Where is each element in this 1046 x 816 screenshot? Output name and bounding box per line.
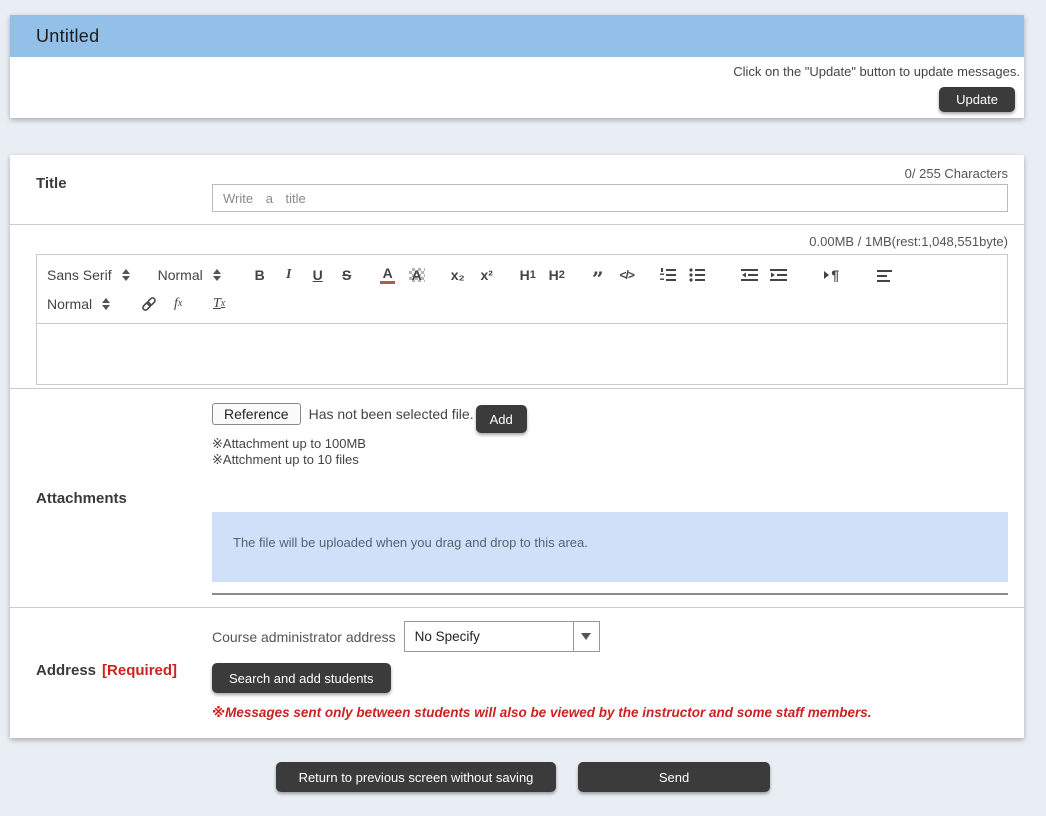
message-title: Untitled — [36, 26, 99, 47]
link-button[interactable] — [138, 292, 160, 316]
editor-toolbar: Sans Serif Normal B I U S A — [37, 255, 1007, 324]
footer-actions: Return to previous screen without saving… — [0, 762, 1046, 792]
title-input[interactable] — [212, 184, 1008, 212]
course-admin-row: Course administrator address No Specify — [212, 621, 1008, 652]
toolbar-row-1: Sans Serif Normal B I U S A — [47, 260, 997, 289]
picker-arrows-icon — [102, 298, 110, 310]
capacity-counter: 0.00MB / 1MB(rest:1,048,551byte) — [36, 225, 1008, 254]
body-editor-section: 0.00MB / 1MB(rest:1,048,551byte) Sans Se… — [10, 225, 1024, 389]
file-dropzone[interactable]: The file will be uploaded when you drag … — [212, 512, 1008, 582]
course-admin-label: Course administrator address — [212, 629, 396, 645]
compose-form-panel: Title 0/ 255 Characters 0.00MB / 1MB(res… — [10, 155, 1024, 738]
required-badge: [Required] — [102, 662, 177, 679]
search-add-students-button[interactable]: Search and add students — [212, 663, 391, 693]
title-label: Title — [36, 175, 67, 192]
address-section: Address [Required] Course administrator a… — [10, 608, 1024, 738]
heading1-button[interactable]: H1 — [517, 263, 539, 287]
course-admin-select[interactable]: No Specify — [404, 621, 600, 652]
address-label-col: Address [Required] — [10, 662, 212, 680]
align-left-icon — [876, 266, 894, 284]
no-file-text: Has not been selected file. — [309, 403, 474, 422]
toolbar-row-2: Normal fx Tx — [47, 289, 997, 318]
update-button-row: Update — [10, 79, 1024, 112]
link-icon — [140, 295, 158, 313]
title-label-col: Title — [10, 175, 212, 193]
code-block-button[interactable]: </> — [616, 263, 638, 287]
size-picker[interactable]: Normal — [47, 296, 110, 312]
formula-button[interactable]: fx — [167, 292, 189, 316]
indent-icon — [769, 266, 788, 284]
blockquote-button[interactable]: ” — [587, 263, 609, 287]
dropzone-underline — [212, 593, 1008, 595]
update-panel: Untitled Click on the "Update" button to… — [10, 15, 1024, 118]
attachment-count-note: ※Attchment up to 10 files — [212, 452, 1008, 468]
address-content: Course administrator address No Specify … — [212, 621, 1008, 721]
italic-button[interactable]: I — [278, 263, 300, 287]
bullet-list-icon — [688, 266, 706, 284]
add-attachment-button[interactable]: Add — [476, 405, 527, 433]
update-hint-text: Click on the "Update" button to update m… — [10, 57, 1024, 79]
direction-arrow-icon — [824, 271, 829, 279]
attachments-label: Attachments — [36, 490, 127, 507]
color-swatch-icon — [380, 281, 395, 284]
ordered-list-icon — [659, 266, 677, 284]
course-admin-select-value: No Specify — [405, 622, 573, 651]
clear-format-button[interactable]: Tx — [208, 292, 230, 316]
attachment-notes: ※Attachment up to 100MB ※Attchment up to… — [212, 436, 1008, 468]
indent-button[interactable] — [768, 263, 790, 287]
rich-text-editor: Sans Serif Normal B I U S A — [36, 254, 1008, 385]
address-label: Address — [36, 662, 96, 679]
attachments-section: Attachments Reference Has not been selec… — [10, 389, 1024, 608]
update-button[interactable]: Update — [939, 87, 1015, 112]
message-title-bar: Untitled — [10, 15, 1024, 57]
picker-arrows-icon — [122, 269, 130, 281]
heading-picker[interactable]: Normal — [158, 267, 221, 283]
return-without-saving-button[interactable]: Return to previous screen without saving — [276, 762, 556, 792]
bold-button[interactable]: B — [249, 263, 271, 287]
title-field-col: 0/ 255 Characters — [212, 155, 1008, 212]
font-picker[interactable]: Sans Serif — [47, 267, 130, 283]
editor-content-area[interactable] — [37, 324, 1007, 384]
text-direction-button[interactable]: ¶ — [821, 263, 843, 287]
outdent-button[interactable] — [739, 263, 761, 287]
reference-file-button[interactable]: Reference — [212, 403, 301, 425]
subscript-button[interactable]: x₂ — [447, 263, 469, 287]
bullet-list-button[interactable] — [686, 263, 708, 287]
attachment-size-note: ※Attachment up to 100MB — [212, 436, 1008, 452]
align-button[interactable] — [874, 263, 896, 287]
heading2-button[interactable]: H2 — [546, 263, 568, 287]
student-message-warning: ※Messages sent only between students wil… — [212, 705, 1008, 721]
select-arrow-cell[interactable] — [573, 622, 599, 651]
attachments-label-col: Attachments — [10, 490, 212, 508]
chevron-down-icon — [581, 633, 591, 640]
underline-button[interactable]: U — [307, 263, 329, 287]
attachments-content: Reference Has not been selected file. Ad… — [212, 403, 1008, 595]
outdent-icon — [740, 266, 759, 284]
strikethrough-button[interactable]: S — [336, 263, 358, 287]
message-compose-page: { "header": { "title": "Untitled", "hint… — [0, 0, 1046, 816]
picker-arrows-icon — [213, 269, 221, 281]
text-color-button[interactable]: A — [377, 263, 399, 287]
highlight-color-button[interactable]: A — [406, 263, 428, 287]
send-button[interactable]: Send — [578, 762, 770, 792]
superscript-button[interactable]: x² — [476, 263, 498, 287]
highlight-icon: A — [409, 268, 425, 282]
file-select-row: Reference Has not been selected file. Ad… — [212, 403, 1008, 433]
dropzone-text: The file will be uploaded when you drag … — [233, 535, 588, 550]
title-section: Title 0/ 255 Characters — [10, 155, 1024, 225]
title-char-counter: 0/ 255 Characters — [212, 155, 1008, 184]
ordered-list-button[interactable] — [657, 263, 679, 287]
pilcrow-icon: ¶ — [831, 267, 839, 283]
